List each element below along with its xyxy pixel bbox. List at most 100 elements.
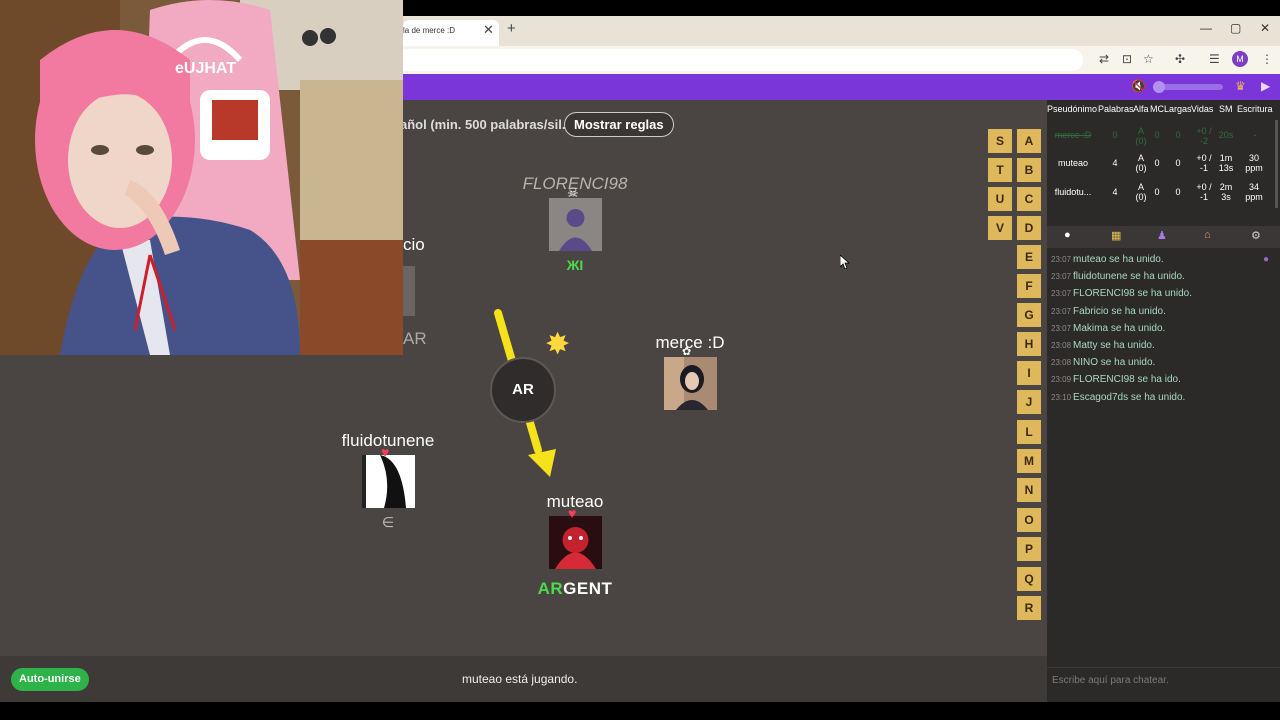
stat-speed: 34 ppm [1245,182,1263,202]
word-rest: GENT [563,579,613,598]
settings-gear-icon[interactable]: ⚙ [1251,229,1261,242]
minimize-button[interactable]: — [1200,21,1212,35]
letter-tile: T [988,158,1012,182]
letter-tile: F [1017,274,1041,298]
chat-message: 23:07 Makima se ha unido. [1051,322,1166,334]
stat-mc: 0 [1154,187,1160,197]
address-bar[interactable] [403,49,1083,71]
letter-tile: G [1017,303,1041,327]
col-words: Palabras [1098,104,1134,114]
bomb: AR [490,357,556,423]
letter-tile: R [1017,596,1041,620]
spark-icon: ✸ [545,328,571,361]
webcam-overlay: eUJHAT [0,0,403,355]
chat-message: 23:09 FLORENCI98 se ha ido. [1051,374,1181,386]
game-top-bar: 🔇 ♛ ▶ [403,74,1280,100]
browser-tab[interactable]: la de merce :D ✕ [403,20,499,46]
stat-mc: 0 [1154,130,1160,140]
stat-speed: 30 ppm [1245,153,1263,173]
avatar: ♥ [548,506,602,569]
stat-sm: 2m 3s [1219,182,1233,202]
letter-tile: B [1017,158,1041,182]
room-tab-icon[interactable]: ⌂ [1204,229,1211,241]
browser-tab-bar: la de merce :D ✕ + — ▢ ✕ [403,16,1280,46]
letter-tile: C [1017,187,1041,211]
rules-text: añol (min. 500 palabras/sil.) [400,117,570,132]
letter-tile: L [1017,420,1041,444]
letter-tile: U [988,187,1012,211]
tab-close-icon[interactable]: ✕ [483,22,494,38]
stat-words: 4 [1112,187,1118,197]
stat-name: merce :D [1054,130,1092,140]
install-icon[interactable]: ⊡ [1122,52,1132,66]
avatar: ♥ [361,445,415,508]
menu-icon[interactable]: ⋮ [1261,52,1273,66]
col-sm: SM [1219,104,1233,114]
side-tabs: ● ▦ ♟ ⌂ ⚙ [1047,226,1280,248]
player-fluidotunene: fluidotunene ♥ ∈ [313,431,463,531]
player-florenci98: FLORENCI98 ☠ ЖI [500,174,650,273]
letter-tile: A [1017,129,1041,153]
media-icon[interactable]: ☰ [1209,52,1220,66]
col-speed: Escritura [1237,104,1273,114]
col-lives: Vidas [1191,104,1214,114]
chat-tab-icon[interactable]: ● [1064,229,1071,241]
col-pseudonym: Pseudónimo [1047,104,1098,114]
auto-join-button[interactable]: Auto-unirse [11,668,89,691]
maximize-button[interactable]: ▢ [1230,21,1241,35]
webcam-image: eUJHAT [0,0,403,355]
avatar: ☠ [548,186,602,251]
chat-message: 23:08 NINO se ha unido. [1051,357,1156,369]
chat-message: 23:07 fluidotunene se ha unido. [1051,271,1185,283]
turn-status: muteao está jugando. [462,672,578,686]
chat-log: 23:07 muteao se ha unido. 23:07 fluidotune… [1051,254,1271,409]
letter-tile: J [1017,390,1041,414]
chat-input[interactable]: Escribe aquí para chatear. [1047,667,1280,691]
chat-message: 23:07 muteao se ha unido. [1051,254,1164,265]
mute-icon[interactable]: 🔇 [1131,79,1146,93]
bookmark-star-icon[interactable]: ☆ [1143,52,1154,66]
heart-icon: ♥ [381,444,390,460]
extensions-icon[interactable]: ✣ [1175,52,1185,66]
stat-long: 0 [1175,130,1181,140]
chat-message: 23:08 Matty se ha unido. [1051,339,1155,351]
chat-emoji-icon[interactable]: ● [1263,254,1269,265]
stat-words: 4 [1112,158,1118,168]
col-long: Largas [1164,104,1192,114]
bow-icon: ✿ [682,346,692,358]
bottom-bar: Auto-unirse muteao está jugando. [0,656,1047,702]
play-icon[interactable]: ▶ [1261,79,1270,93]
stats-scrollbar[interactable] [1275,120,1278,208]
avatar: ✿ [663,346,717,410]
partial-player-word: AR [403,329,427,348]
volume-slider[interactable] [1153,81,1223,93]
stat-mc: 0 [1154,158,1160,168]
profile-avatar[interactable]: M [1232,51,1248,67]
chat-message: 23:10 Escagod7ds se ha unido. [1051,391,1186,403]
show-rules-button[interactable]: Mostrar reglas [564,112,674,137]
letter-tile: H [1017,332,1041,356]
stats-row: merce :D 0 A (0) 0 0 +0 / -2 20s - [1047,126,1273,155]
tab-title: la de merce :D [403,26,456,35]
letter-tile: M [1017,449,1041,473]
side-panel: Pseudónimo Palabras Alfa MC Largas Vidas… [1047,100,1280,702]
player-muteao: muteao ♥ ARGENT [510,492,640,599]
screen: la de merce :D ✕ + — ▢ ✕ ⇄ ⊡ ☆ ✣ ☰ M ⋮ 🔇… [0,0,1280,720]
letter-tile: S [988,129,1012,153]
avatar-image [361,455,415,508]
stats-row: fluidotu... 4 A (0) 0 0 +0 / -1 2m 3s 34… [1047,182,1273,211]
stat-lives: +0 / -1 [1196,182,1212,202]
new-tab-button[interactable]: + [507,20,516,37]
close-window-button[interactable]: ✕ [1260,21,1270,35]
stat-lives: +0 / -1 [1196,153,1212,173]
stat-alpha: A (0) [1135,126,1147,146]
volume-knob[interactable] [1153,81,1165,93]
players-tab-icon[interactable]: ▦ [1111,229,1121,242]
profile-tab-icon[interactable]: ♟ [1157,229,1167,242]
letter-tile: O [1017,508,1041,532]
stats-row: muteao 4 A (0) 0 0 +0 / -1 1m 13s 30 ppm [1047,153,1273,182]
player-last-word: ЖI [566,257,584,273]
crown-icon[interactable]: ♛ [1235,79,1246,93]
translate-icon[interactable]: ⇄ [1099,52,1109,66]
letter-tile: E [1017,245,1041,269]
